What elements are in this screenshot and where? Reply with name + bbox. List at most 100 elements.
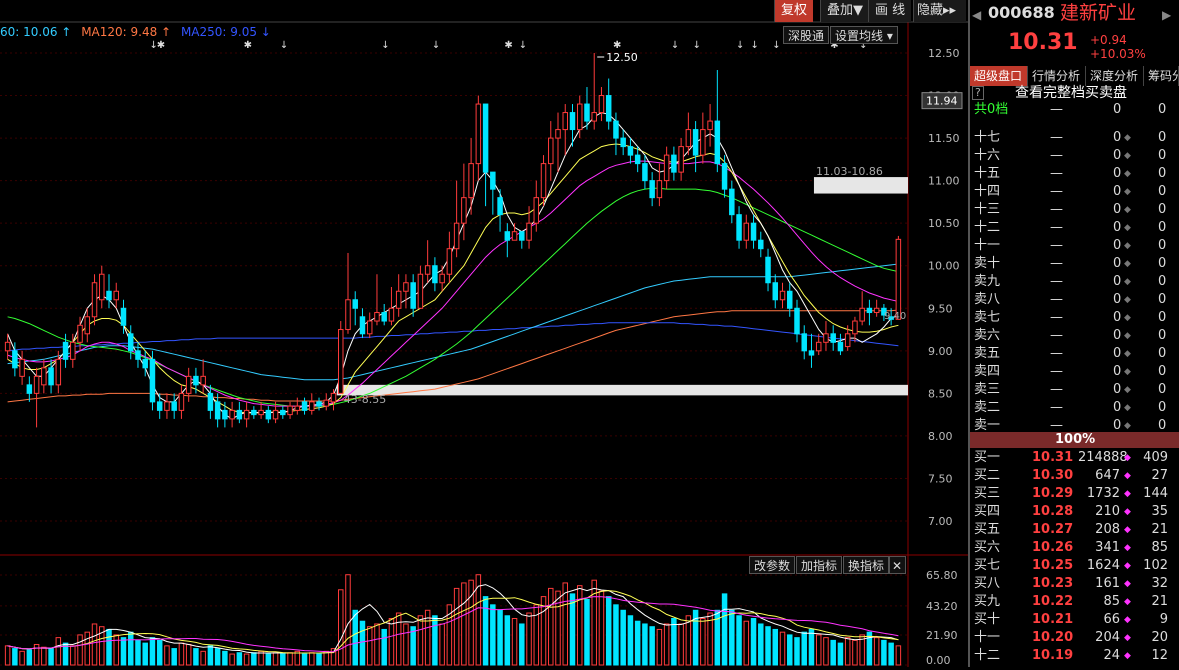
draw-line-button[interactable]: 画 线 [868,0,912,22]
sell-level-row[interactable]: 十五 —0 ◆ 0 [970,165,1179,183]
sell-level-row[interactable]: 卖二 —0 ◆ 0 [970,399,1179,417]
sell-level-row[interactable]: 卖八 —0 ◆ 0 [970,291,1179,309]
sell-level-row[interactable]: 卖五 —0 ◆ 0 [970,345,1179,363]
tab-quote-analysis[interactable]: 行情分析 [1028,66,1086,86]
candle-body [678,146,684,173]
total-dash: — [1050,102,1063,117]
buy-level-row[interactable]: 买一 10.31 214888 ◆ 409 [970,449,1179,467]
diamond-icon: ◆ [1124,259,1131,269]
level-vol: 161 [1095,576,1120,591]
buy-level-row[interactable]: 十二 10.19 24 ◆ 12 [970,647,1179,665]
full-book-link[interactable]: 查看完整档买卖盘 [1015,84,1127,102]
level-price: — [1050,166,1063,181]
add-indicator-button[interactable]: 加指标 [796,556,843,574]
volume-bar [388,617,395,666]
buy-level-row[interactable]: 买八 10.23 161 ◆ 32 [970,575,1179,593]
diamond-icon: ◆ [1124,561,1131,571]
ma60-line [7,263,899,381]
change-params-button[interactable]: 改参数 [749,556,796,574]
sell-level-row[interactable]: 十一 —0 ◆ 0 [970,237,1179,255]
high-price-label: 12.50 [606,51,638,64]
candle-body [787,290,793,309]
switch-indicator-button[interactable]: 换指标 [843,556,890,574]
buy-level-row[interactable]: 买十 10.21 66 ◆ 9 [970,611,1179,629]
candle-body [142,358,148,369]
kline-chart-panel[interactable]: 12.5012.0011.5011.0010.5010.009.509.008.… [0,0,968,667]
volume-bar [562,582,568,666]
sell-level-row[interactable]: 卖九 —0 ◆ 0 [970,273,1179,291]
volume-bar [323,650,330,666]
help-icon[interactable]: ? [972,86,984,100]
volume-bar [48,648,54,666]
candle-body [381,312,387,322]
diamond-icon: ◆ [1124,403,1131,413]
fuquan-button[interactable]: 复权 [774,0,814,22]
total-count: 0 [1158,102,1167,117]
candle-body [873,307,880,314]
sell-level-row[interactable]: 十七 —0 ◆ 0 [970,129,1179,147]
level-price: — [1050,220,1063,235]
buy-level-row[interactable]: 十一 10.20 204 ◆ 20 [970,629,1179,647]
buy-level-row[interactable]: 买二 10.30 647 ◆ 27 [970,467,1179,485]
candle-body [403,282,409,292]
buy-level-row[interactable]: 买四 10.28 210 ◆ 35 [970,503,1179,521]
sell-level-row[interactable]: 十四 —0 ◆ 0 [970,183,1179,201]
level-price: 10.27 [1032,522,1074,537]
sell-level-row[interactable]: 卖六 —0 ◆ 0 [970,327,1179,345]
tab-super-panel[interactable]: 超级盘口 [970,66,1028,86]
candle-body [345,299,351,331]
diamond-icon: ◆ [1124,385,1131,395]
level-vol: 208 [1095,522,1120,537]
candle-body [895,238,902,320]
volume-bar [432,615,438,666]
diamond-icon: ◆ [1124,579,1131,589]
level-name: 卖六 [974,328,1001,343]
sell-level-row[interactable]: 卖十 —0 ◆ 0 [970,255,1179,273]
volume-bar [663,623,670,666]
level-vol: 0 [1113,256,1122,271]
sell-level-row[interactable]: 十六 —0 ◆ 0 [970,147,1179,165]
buy-level-row[interactable]: 买三 10.29 1732 ◆ 144 [970,485,1179,503]
diamond-icon: ◆ [1124,169,1131,179]
sell-level-row[interactable]: 卖七 —0 ◆ 0 [970,309,1179,327]
volume-bar [229,653,235,666]
hide-button[interactable]: 隐藏▸▸ [913,0,966,22]
shengutong-button[interactable]: 深股通 [783,26,830,44]
candle-body [352,299,358,309]
sell-level-row[interactable]: 卖四 —0 ◆ 0 [970,363,1179,381]
diamond-icon: ◆ [1124,331,1131,341]
candle-body [330,392,337,403]
buy-level-row[interactable]: 买七 10.25 1624 ◆ 102 [970,557,1179,575]
back-arrow-icon[interactable]: ◀ [972,6,981,24]
candle-body [569,112,576,131]
candle-body [222,409,228,420]
vol-ma20-line [7,596,899,653]
sell-level-row[interactable]: 十三 —0 ◆ 0 [970,201,1179,219]
diamond-icon: ◆ [1124,241,1131,251]
candle-body [779,290,786,301]
tab-chip-analysis[interactable]: 筹码分 [1144,66,1179,86]
volume-bar [649,626,655,666]
volume-bar [359,620,366,666]
stock-name: 建新矿业 [1060,2,1137,24]
candle-body [526,222,532,241]
volume-bar [815,634,822,666]
buy-level-row[interactable]: 买五 10.27 208 ◆ 21 [970,521,1179,539]
volume-bar [164,645,170,666]
close-indicator-icon[interactable]: ✕ [889,556,906,574]
sell-level-row[interactable]: 十二 —0 ◆ 0 [970,219,1179,237]
candle-body [19,358,25,377]
volume-bar [700,617,706,666]
level-count: 12 [1151,648,1168,663]
level-price: — [1050,292,1063,307]
forward-arrow-icon[interactable]: ▶ [1162,6,1171,24]
buy-level-row[interactable]: 买六 10.26 341 ◆ 85 [970,539,1179,557]
diamond-icon: ◆ [1124,349,1131,359]
tab-depth-analysis[interactable]: 深度分析 [1086,66,1144,86]
candle-body [736,214,742,241]
candle-body [33,375,40,394]
buy-level-row[interactable]: 买九 10.22 85 ◆ 21 [970,593,1179,611]
sell-level-row[interactable]: 卖三 —0 ◆ 0 [970,381,1179,399]
set-ma-button[interactable]: 设置均线 ▾ [830,26,898,44]
overlay-button[interactable]: 叠加▼ [820,0,869,22]
